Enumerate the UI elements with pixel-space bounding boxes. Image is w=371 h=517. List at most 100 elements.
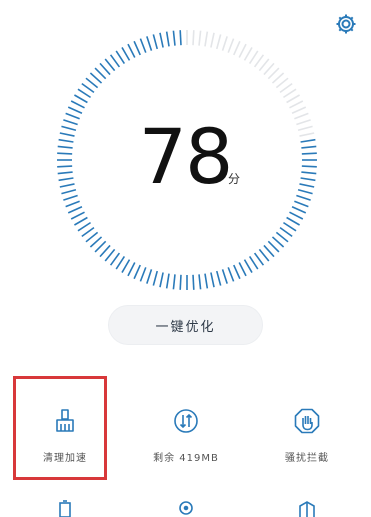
tile-label: 骚扰拦截: [285, 453, 329, 464]
gauge-tick-filled: [291, 206, 307, 214]
gauge-tick-filled: [74, 94, 88, 104]
gauge-tick-filled: [279, 226, 293, 238]
gauge-tick-empty: [258, 58, 270, 72]
gauge-tick-empty: [271, 72, 285, 84]
gauge-tick-empty: [283, 88, 297, 99]
gauge-tick-filled: [233, 264, 241, 280]
gauge-tick-filled: [299, 183, 315, 188]
gauge-tick-filled: [57, 165, 73, 168]
gauge-tick-filled: [104, 248, 116, 262]
gauge-tick-filled: [85, 231, 99, 243]
gauge-tick-filled: [94, 67, 107, 80]
gauge-tick-filled: [99, 244, 111, 258]
gauge-tick-empty: [296, 119, 311, 126]
gauge-tick-filled: [198, 274, 202, 290]
gauge-tick-filled: [61, 188, 77, 195]
gauge-tick-filled: [179, 274, 182, 290]
gauge-tick-filled: [74, 216, 88, 226]
gauge-tick-filled: [204, 273, 209, 289]
gauge-tick-filled: [301, 171, 317, 175]
gauge-tick-filled: [296, 194, 311, 201]
gauge-tick-filled: [61, 125, 77, 132]
gauge-tick-filled: [121, 259, 131, 273]
one-click-optimize-button[interactable]: 一键优化: [108, 305, 263, 345]
gauge-tick-filled: [94, 240, 107, 253]
gauge-tick-empty: [289, 100, 304, 109]
gauge-tick-empty: [291, 106, 307, 114]
gauge-tick-filled: [109, 54, 121, 68]
app-icon[interactable]: [297, 500, 317, 517]
gauge-tick-empty: [243, 47, 253, 61]
gauge-tick-filled: [258, 248, 270, 262]
gauge-tick-filled: [159, 32, 164, 48]
score-unit: 分: [228, 172, 241, 186]
gauge-tick-filled: [300, 138, 316, 143]
gauge-tick-filled: [85, 77, 99, 89]
gauge-tick-filled: [227, 267, 235, 282]
gauge-tick-filled: [67, 106, 83, 114]
gauge-tick-filled: [243, 259, 253, 273]
gear-icon[interactable]: [334, 12, 358, 36]
gauge-tick-filled: [283, 221, 297, 232]
gauge-tick-empty: [299, 132, 315, 137]
gauge-tick-filled: [115, 256, 126, 270]
gauge-tick-empty: [279, 82, 293, 94]
gauge-tick-filled: [81, 82, 95, 94]
gauge-tick-filled: [263, 244, 275, 258]
gauge-tick-filled: [58, 138, 74, 143]
gauge-tick-filled: [133, 40, 141, 56]
gauge-tick-filled: [146, 36, 153, 51]
gauge-tick-filled: [77, 221, 91, 232]
gauge-tick-filled: [104, 58, 116, 72]
gauge-tick-empty: [253, 54, 265, 68]
gauge-tick-filled: [81, 226, 95, 238]
gauge-tick-filled: [271, 236, 285, 248]
gauge-tick-filled: [172, 274, 176, 290]
gauge-tick-filled: [275, 231, 289, 243]
gauge-tick-filled: [165, 31, 170, 47]
gauge-tick-empty: [221, 36, 228, 51]
gauge-tick-filled: [301, 165, 317, 168]
gauge-tick-empty: [297, 125, 313, 132]
gauge-tick-filled: [238, 262, 247, 277]
gauge-tick-filled: [152, 270, 159, 286]
gauge-tick-empty: [275, 77, 289, 89]
gauge-tick-filled: [289, 211, 304, 220]
gauge-tick-filled: [179, 30, 182, 46]
tile-harassment-block[interactable]: 骚扰拦截: [252, 395, 362, 475]
gauge-tick-empty: [267, 67, 280, 80]
gauge-tick-empty: [198, 30, 202, 46]
gauge-tick-filled: [59, 132, 75, 137]
gauge-tick-filled: [146, 269, 153, 284]
health-score: 78: [138, 112, 234, 201]
gauge-tick-filled: [248, 256, 259, 270]
gauge-tick-empty: [233, 40, 241, 56]
gauge-tick-filled: [65, 112, 80, 120]
gauge-tick-filled: [57, 171, 73, 175]
gauge-tick-filled: [301, 145, 317, 149]
gauge-tick-filled: [286, 216, 300, 226]
gauge-tick-filled: [133, 264, 141, 280]
tile-data-remaining[interactable]: 剩余 419MB: [131, 395, 241, 475]
gauge-tick-filled: [253, 252, 265, 266]
gauge-tick-filled: [58, 177, 74, 182]
gauge-tick-filled: [172, 30, 176, 46]
gauge-tick-filled: [297, 188, 313, 195]
gauge-tick-filled: [294, 200, 309, 208]
gauge-tick-filled: [165, 273, 170, 289]
pin-icon[interactable]: [176, 500, 196, 517]
gauge-tick-filled: [59, 183, 75, 188]
gauge-tick-filled: [70, 211, 85, 220]
gauge-tick-filled: [127, 43, 136, 58]
stop-hand-icon: [294, 408, 320, 434]
gauge-tick-filled: [139, 267, 147, 282]
gauge-tick-filled: [267, 240, 280, 253]
gauge-tick-empty: [192, 30, 195, 46]
gauge-tick-empty: [286, 94, 300, 104]
gauge-tick-filled: [70, 100, 85, 109]
gauge-tick-filled: [300, 177, 316, 182]
battery-icon[interactable]: [55, 500, 75, 517]
gauge-tick-empty: [248, 50, 259, 64]
gauge-tick-filled: [215, 270, 222, 286]
gauge-tick-filled: [210, 272, 215, 288]
